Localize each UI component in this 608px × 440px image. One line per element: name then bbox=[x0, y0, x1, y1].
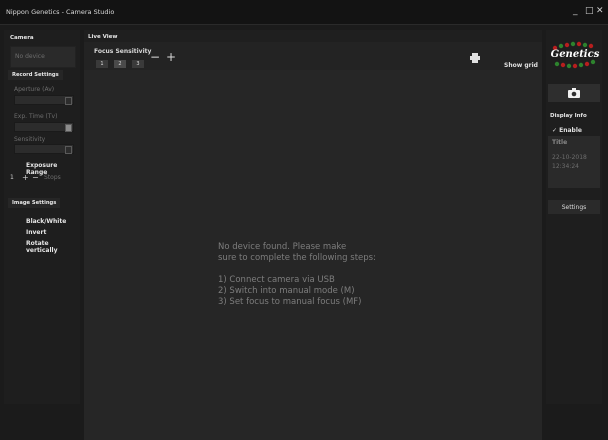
device-value: No device bbox=[15, 53, 45, 60]
image-settings-header: Image Settings bbox=[8, 198, 61, 208]
right-sidebar: Genetics Display Info ✓ Enable Title 22-… bbox=[546, 30, 602, 404]
sensitivity-stepper[interactable] bbox=[65, 146, 72, 154]
logo-text: Genetics bbox=[550, 49, 600, 60]
check-icon: ✓ bbox=[552, 127, 558, 134]
sensitivity-label: Sensitivity bbox=[14, 136, 46, 143]
exp-time-field[interactable] bbox=[14, 122, 74, 132]
exposure-range-control: 1 + − Stops bbox=[10, 173, 72, 183]
settings-button[interactable]: Settings bbox=[548, 200, 600, 214]
live-view-toolbar: Focus Sensitivity 1 2 3 − + Show grid bbox=[84, 42, 542, 70]
maximize-button[interactable]: □ bbox=[585, 6, 594, 16]
message-step-2: 2) Switch into manual mode (M) bbox=[218, 286, 355, 296]
sensitivity-field[interactable] bbox=[14, 144, 74, 154]
no-device-message: No device found. Please make sure to com… bbox=[218, 242, 438, 308]
capture-button[interactable] bbox=[548, 84, 600, 102]
time-value: 12:34:24 bbox=[552, 163, 579, 170]
focus-button-1[interactable]: 1 bbox=[96, 60, 108, 68]
message-step-3: 3) Set focus to manual focus (MF) bbox=[218, 297, 362, 307]
device-box: No device bbox=[10, 46, 76, 68]
range-unit: Stops bbox=[44, 174, 61, 181]
black-white-option[interactable]: Black/White bbox=[26, 218, 66, 225]
focus-sensitivity-label: Focus Sensitivity bbox=[94, 48, 152, 55]
focus-button-2[interactable]: 2 bbox=[114, 60, 126, 68]
close-button[interactable]: ✕ bbox=[596, 6, 604, 16]
focus-minus-button[interactable]: − bbox=[150, 50, 160, 64]
camera-icon bbox=[568, 88, 580, 98]
range-value: 1 bbox=[10, 174, 14, 181]
record-settings-header: Record Settings bbox=[8, 70, 63, 80]
camera-header: Camera bbox=[10, 35, 34, 41]
rotate-vertically-option[interactable]: Rotate vertically bbox=[26, 240, 80, 254]
printer-icon[interactable] bbox=[470, 53, 480, 63]
genetics-logo: Genetics bbox=[547, 40, 601, 70]
exp-time-stepper[interactable] bbox=[65, 124, 72, 132]
minimize-button[interactable]: _ bbox=[573, 6, 578, 16]
title-label: Title bbox=[552, 139, 568, 146]
settings-label: Settings bbox=[561, 204, 587, 211]
invert-option[interactable]: Invert bbox=[26, 229, 46, 236]
message-line-1: No device found. Please make bbox=[218, 242, 347, 252]
enable-label: Enable bbox=[559, 127, 582, 134]
message-step-1: 1) Connect camera via USB bbox=[218, 275, 335, 285]
enable-checkbox[interactable]: ✓ Enable bbox=[552, 127, 582, 134]
exp-time-label: Exp. Time (Tv) bbox=[14, 113, 58, 120]
aperture-field[interactable] bbox=[14, 95, 74, 105]
window-title: Nippon Genetics - Camera Studio bbox=[6, 8, 115, 16]
title-bar: Nippon Genetics - Camera Studio _ □ ✕ bbox=[0, 0, 608, 25]
aperture-stepper[interactable] bbox=[65, 97, 72, 105]
display-info-header: Display Info bbox=[550, 113, 587, 119]
range-minus-button[interactable]: − bbox=[32, 173, 39, 182]
message-line-2: sure to complete the following steps: bbox=[218, 253, 376, 263]
left-sidebar: Camera No device Record Settings Apertur… bbox=[4, 30, 80, 404]
focus-button-3[interactable]: 3 bbox=[132, 60, 144, 68]
show-grid-toggle[interactable]: Show grid bbox=[504, 62, 538, 69]
live-view-header: Live View bbox=[88, 34, 118, 40]
live-view-area: No device found. Please make sure to com… bbox=[84, 70, 542, 440]
aperture-label: Aperture (Av) bbox=[14, 86, 55, 93]
focus-plus-button[interactable]: + bbox=[166, 50, 176, 64]
live-view-panel: Live View Focus Sensitivity 1 2 3 − + Sh… bbox=[84, 30, 542, 440]
range-plus-button[interactable]: + bbox=[22, 173, 29, 182]
date-value: 22-10-2018 bbox=[552, 154, 587, 161]
display-info-fields: Title 22-10-2018 12:34:24 bbox=[548, 136, 600, 188]
